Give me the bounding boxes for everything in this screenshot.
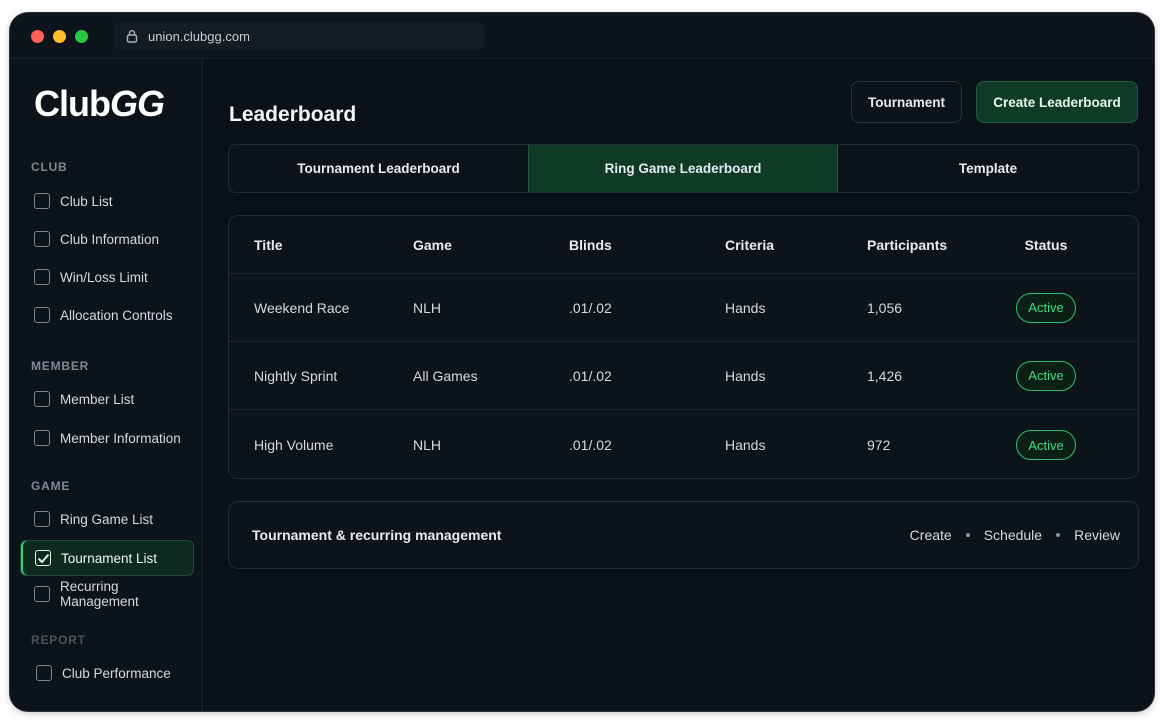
cell-title: High Volume: [254, 437, 334, 453]
checkbox-icon: [34, 430, 50, 446]
cell-blinds: .01/.02: [569, 299, 612, 316]
column-header-participants: Participants: [867, 236, 948, 253]
column-header-criteria: Criteria: [725, 236, 775, 253]
create-link[interactable]: Create: [910, 527, 952, 543]
status-badge: Active: [1016, 430, 1076, 460]
cell-title: Nightly Sprint: [254, 367, 338, 384]
table-header-row: Title Game Blinds Criteria Participants …: [229, 216, 1138, 274]
cell-criteria: Hands: [725, 367, 766, 384]
sidebar: ClubGG CLUB Club List Club Information W…: [10, 59, 203, 711]
sidebar-item-label: Member Information: [60, 430, 181, 446]
maximize-window-button[interactable]: [75, 30, 88, 43]
lock-icon: [126, 30, 138, 43]
sidebar-item-member-information[interactable]: Member Information: [20, 421, 194, 455]
schedule-link[interactable]: Schedule: [984, 527, 1042, 543]
checkbox-icon: [34, 231, 50, 247]
management-card-title: Tournament & recurring management: [252, 527, 502, 543]
cell-blinds: .01/.02: [569, 367, 612, 384]
sidebar-item-label: Club Information: [60, 231, 160, 247]
cell-status: Active: [1016, 274, 1076, 341]
close-window-button[interactable]: [31, 30, 44, 43]
cell-title: Weekend Race: [254, 299, 350, 316]
sidebar-item-club-information[interactable]: Club Information: [20, 222, 194, 256]
sidebar-item-label: Allocation Controls: [60, 307, 173, 323]
sidebar-item-club-list[interactable]: Club List: [20, 184, 194, 218]
cell-status: Active: [1016, 410, 1076, 478]
cell-participants: 1,426: [867, 367, 903, 384]
cell-game: All Games: [413, 367, 478, 384]
sidebar-item-label: Win/Loss Limit: [60, 269, 148, 285]
cell-criteria: Hands: [725, 299, 766, 316]
checkbox-icon: [34, 269, 50, 285]
cell-game: NLH: [413, 299, 442, 316]
table-row[interactable]: Weekend Race NLH .01/.02 Hands 1,056 Act…: [229, 274, 1138, 342]
table-row[interactable]: High Volume NLH .01/.02 Hands 972 Active: [229, 410, 1138, 478]
sidebar-item-label: Ring Game List: [60, 511, 154, 527]
status-badge: Active: [1016, 292, 1076, 323]
sidebar-item-tournament-list[interactable]: Tournament List: [20, 540, 194, 576]
section-label-club: CLUB: [31, 160, 68, 174]
sidebar-item-member-list[interactable]: Member List: [20, 382, 194, 416]
section-label-game: GAME: [31, 479, 71, 493]
sidebar-item-label: Tournament List: [61, 550, 158, 566]
main-content: Leaderboard Tournament Create Leaderboar…: [204, 59, 1154, 711]
sidebar-item-allocation-controls[interactable]: Allocation Controls: [20, 298, 194, 332]
browser-titlebar: union.clubgg.com: [10, 13, 1154, 59]
leaderboard-table: Title Game Blinds Criteria Participants …: [228, 215, 1139, 479]
cell-participants: 1,056: [867, 299, 903, 316]
column-header-title: Title: [254, 236, 283, 253]
dot-separator: [965, 533, 970, 537]
cell-participants: 972: [867, 437, 891, 453]
checkbox-icon: [34, 307, 50, 323]
checkmark-icon: [35, 550, 51, 566]
sidebar-item-recurring-management[interactable]: Recurring Management: [20, 577, 194, 611]
checkbox-icon: [34, 511, 50, 527]
checkbox-icon: [34, 391, 50, 407]
page-title: Leaderboard: [229, 103, 357, 126]
tab-tournament-leaderboard[interactable]: Tournament Leaderboard: [229, 145, 528, 192]
checkbox-icon: [36, 665, 52, 681]
tab-ring-game-leaderboard[interactable]: Ring Game Leaderboard: [528, 145, 838, 192]
sidebar-item-label: Club List: [60, 193, 113, 209]
review-link[interactable]: Review: [1074, 527, 1120, 543]
logo-text-gg: GG: [109, 83, 165, 124]
column-header-game: Game: [413, 236, 452, 253]
sidebar-item-ring-game-list[interactable]: Ring Game List: [20, 502, 194, 536]
cell-criteria: Hands: [725, 437, 766, 453]
cell-game: NLH: [413, 437, 442, 453]
leaderboard-tabs: Tournament Leaderboard Ring Game Leaderb…: [228, 144, 1139, 193]
minimize-window-button[interactable]: [53, 30, 66, 43]
management-links: Create Schedule Review: [910, 502, 1120, 568]
create-leaderboard-button[interactable]: Create Leaderboard: [976, 81, 1138, 123]
cell-blinds: .01/.02: [569, 437, 612, 453]
address-bar[interactable]: union.clubgg.com: [114, 22, 485, 50]
column-header-status: Status: [1024, 236, 1068, 253]
sidebar-item-label: Recurring Management: [60, 579, 139, 609]
url-text: union.clubgg.com: [148, 28, 250, 44]
checkbox-icon: [34, 586, 50, 602]
section-label-report: REPORT: [31, 633, 86, 647]
logo-text-club: Club: [34, 83, 111, 124]
status-badge: Active: [1016, 360, 1076, 391]
cell-status: Active: [1016, 342, 1076, 409]
sidebar-item-club-performance[interactable]: Club Performance: [22, 656, 196, 690]
column-header-blinds: Blinds: [569, 236, 612, 253]
sidebar-item-label: Club Performance: [62, 665, 171, 681]
tab-template[interactable]: Template: [838, 145, 1138, 192]
tournament-button[interactable]: Tournament: [851, 81, 962, 123]
sidebar-item-win-loss-limit[interactable]: Win/Loss Limit: [20, 260, 194, 294]
management-card: Tournament & recurring management Create…: [228, 501, 1139, 569]
browser-window: union.clubgg.com ClubGG CLUB Club List C…: [10, 13, 1154, 711]
section-label-member: MEMBER: [31, 359, 90, 373]
dot-separator: [1056, 533, 1061, 537]
table-row[interactable]: Nightly Sprint All Games .01/.02 Hands 1…: [229, 342, 1138, 410]
checkbox-icon: [34, 193, 50, 209]
clubgg-logo[interactable]: ClubGG: [34, 83, 165, 125]
sidebar-item-label: Member List: [60, 391, 135, 407]
